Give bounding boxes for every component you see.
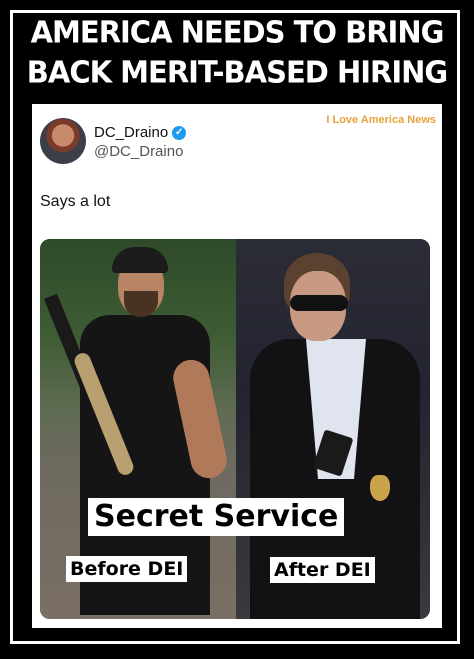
after-dei-label: After DEI [270,557,375,583]
badge-shape [370,475,390,501]
verified-badge-icon: ✓ [172,125,187,140]
agent-cap [112,247,168,273]
avatar[interactable] [40,118,86,164]
author-row: DC_Draino ✓ [94,124,187,141]
meme-headline: AMERICA NEEDS TO BRING BACK MERIT-BASED … [0,12,474,92]
agent-beard [124,291,158,317]
tweet-text: Says a lot [40,193,111,210]
display-name[interactable]: DC_Draino [94,124,168,141]
headline-line-2: BACK MERIT-BASED HIRING [26,54,448,90]
user-handle[interactable]: @DC_Draino [94,143,183,160]
sunglasses-shape [290,295,348,311]
secret-service-label: Secret Service [88,498,345,536]
before-dei-label: Before DEI [66,556,188,582]
comparison-photo[interactable]: Secret Service Before DEI After DEI [40,239,430,619]
tweet-card: DC_Draino ✓ @DC_Draino I Love America Ne… [32,104,442,628]
watermark-text: I Love America News [326,114,436,126]
headline-line-1: AMERICA NEEDS TO BRING [30,14,445,50]
